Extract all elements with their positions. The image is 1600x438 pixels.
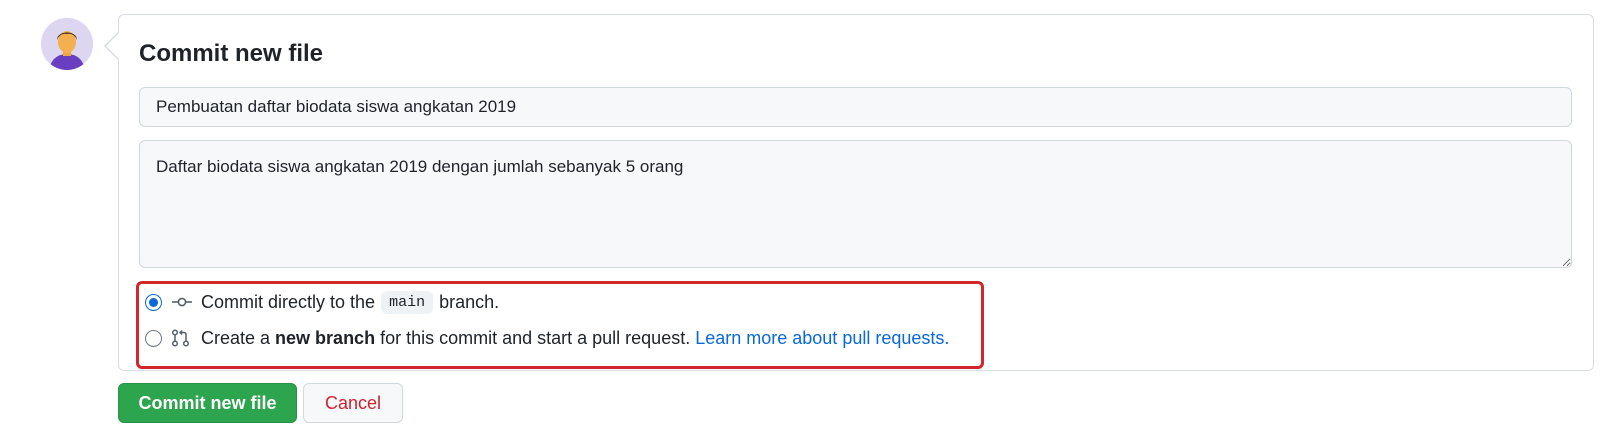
new-branch-text-after: for this commit and start a pull request… xyxy=(380,327,691,348)
commit-summary-input[interactable] xyxy=(139,87,1572,127)
branch-name-badge: main xyxy=(381,290,434,314)
commit-new-file-button[interactable]: Commit new file xyxy=(118,383,297,423)
commit-description-textarea[interactable]: Daftar biodata siswa angkatan 2019 denga… xyxy=(139,140,1572,268)
commit-direct-option[interactable]: Commit directly to the main branch. xyxy=(145,290,499,314)
commit-direct-radio[interactable] xyxy=(145,293,162,311)
avatar-person-icon xyxy=(41,18,93,70)
commit-direct-text-after: branch. xyxy=(439,291,500,312)
new-branch-bold-text: new branch xyxy=(275,327,376,348)
new-branch-option[interactable]: Create a new branch for this commit and … xyxy=(145,326,949,350)
learn-more-pull-requests-link[interactable]: Learn more about pull requests. xyxy=(695,328,949,349)
git-commit-icon xyxy=(171,293,193,311)
cancel-button[interactable]: Cancel xyxy=(303,383,403,423)
git-pull-request-icon xyxy=(171,329,193,347)
commit-form-page: Commit new file Daftar biodata siswa ang… xyxy=(0,0,1600,438)
new-branch-radio[interactable] xyxy=(145,329,162,347)
panel-caret-fill xyxy=(106,33,119,59)
new-branch-text-before: Create a xyxy=(201,327,271,348)
commit-direct-text-before: Commit directly to the xyxy=(201,291,376,312)
user-avatar[interactable] xyxy=(41,18,93,70)
commit-title: Commit new file xyxy=(139,40,324,67)
